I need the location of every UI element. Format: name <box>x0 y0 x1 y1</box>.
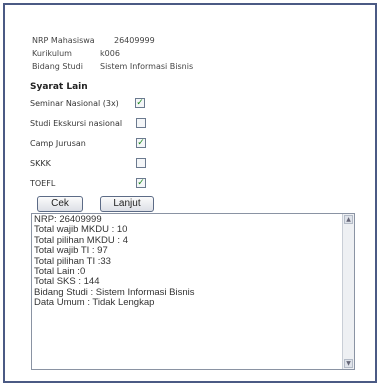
checkbox-skkk[interactable] <box>136 158 146 168</box>
cek-button[interactable]: Cek <box>37 196 83 212</box>
bidang-value: Sistem Informasi Bisnis <box>100 62 194 71</box>
lanjut-button[interactable]: Lanjut <box>100 196 154 212</box>
kurikulum-value: k006 <box>100 49 120 58</box>
nrp-row: NRP Mahasiswa 26409999 <box>32 34 193 47</box>
result-text: NRP: 26409999 Total wajib MKDU : 10 Tota… <box>34 214 195 309</box>
req-label-ekskursi: Studi Ekskursi nasional <box>30 119 123 128</box>
nrp-value: 26409999 <box>114 36 155 45</box>
result-textarea[interactable]: NRP: 26409999 Total wajib MKDU : 10 Tota… <box>31 213 355 370</box>
checkmark-icon: ✓ <box>137 178 145 188</box>
nrp-label: NRP Mahasiswa <box>32 36 95 45</box>
checkbox-toefl[interactable]: ✓ <box>136 178 146 188</box>
vertical-scrollbar[interactable]: ▲ ▼ <box>342 214 354 369</box>
req-label-toefl: TOEFL <box>30 179 56 188</box>
scroll-down-icon[interactable]: ▼ <box>344 359 353 368</box>
checkbox-camp[interactable]: ✓ <box>136 138 146 148</box>
student-info: NRP Mahasiswa 26409999 Kurikulum k006 Bi… <box>32 34 193 73</box>
result-line: Data Umum : Tidak Lengkap <box>34 297 155 309</box>
checkbox-seminar[interactable]: ✓ <box>135 98 145 108</box>
kurikulum-label: Kurikulum <box>32 49 72 58</box>
req-label-camp: Camp Jurusan <box>30 139 86 148</box>
checkmark-icon: ✓ <box>137 138 145 148</box>
kurikulum-row: Kurikulum k006 <box>32 47 193 60</box>
req-label-seminar: Seminar Nasional (3x) <box>30 99 119 108</box>
bidang-label: Bidang Studi <box>32 62 83 71</box>
bidang-row: Bidang Studi Sistem Informasi Bisnis <box>32 60 193 73</box>
checkbox-ekskursi[interactable] <box>136 118 146 128</box>
req-label-skkk: SKKK <box>30 159 51 168</box>
scroll-up-icon[interactable]: ▲ <box>344 215 353 224</box>
checkmark-icon: ✓ <box>136 98 144 108</box>
syarat-lain-heading: Syarat Lain <box>30 82 88 92</box>
